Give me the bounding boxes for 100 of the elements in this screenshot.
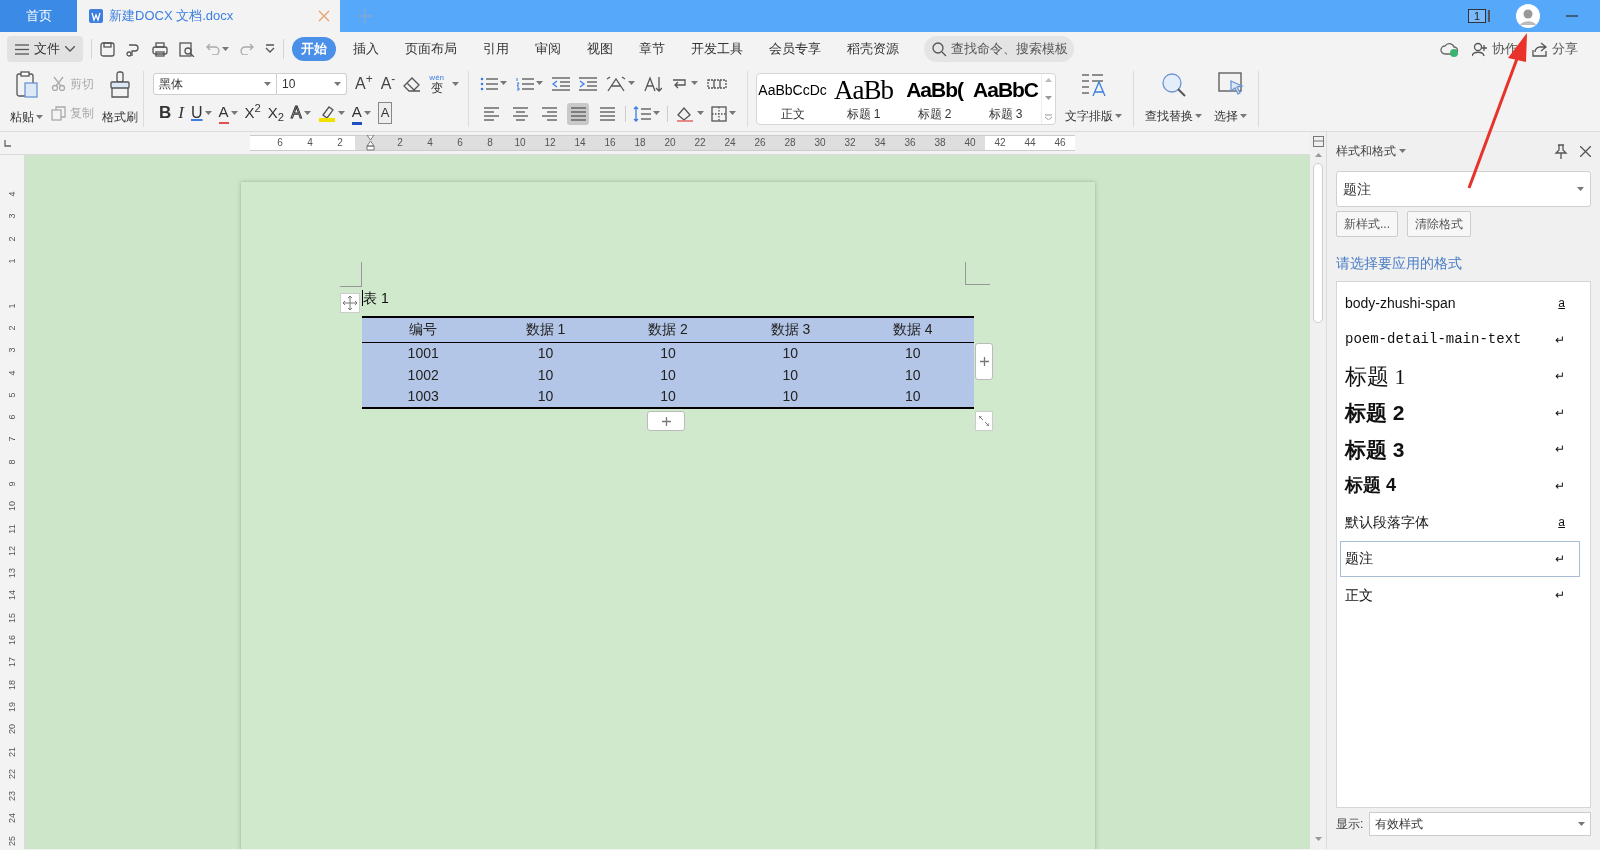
redo-icon[interactable] (240, 43, 254, 55)
table-grid-icon[interactable] (707, 77, 728, 90)
customize-icon[interactable] (265, 44, 275, 54)
add-row-button[interactable] (647, 411, 685, 431)
ruler-number: 4 (306, 136, 314, 150)
export-icon[interactable] (126, 41, 141, 57)
line-spacing-icon[interactable] (633, 105, 652, 122)
style-dropdown[interactable]: 题注 (1336, 171, 1591, 207)
undo-icon[interactable] (206, 43, 220, 55)
scrollbar-thumb[interactable] (1313, 163, 1323, 323)
paste-button[interactable]: 粘贴 (10, 66, 43, 131)
italic-button[interactable]: I (178, 103, 184, 123)
bullet-list-icon[interactable] (480, 76, 499, 91)
file-menu-button[interactable]: 文件 (7, 36, 83, 62)
ribbon-tab[interactable]: 会员专享 (760, 37, 830, 61)
save-icon[interactable] (100, 41, 115, 57)
pin-icon[interactable] (1554, 143, 1568, 159)
style-list-item[interactable]: 正文 ↵ (1340, 577, 1580, 614)
style-list-item[interactable]: body-zhushi-span a (1340, 285, 1580, 322)
tab[interactable]: 首页 (0, 0, 77, 32)
decrease-indent-icon[interactable] (552, 76, 571, 91)
font-size-dropdown[interactable]: 10 (277, 73, 347, 95)
highlighter-icon[interactable] (317, 104, 336, 122)
ribbon-tab[interactable]: 视图 (578, 37, 622, 61)
cloud-sync-icon[interactable] (1440, 41, 1460, 57)
table-move-handle[interactable] (340, 293, 360, 313)
font-size-step-button[interactable]: A$^{-}$ (380, 74, 396, 94)
ribbon-tab[interactable]: 稻壳资源 (838, 37, 908, 61)
indent-marker-icon[interactable] (365, 135, 375, 151)
avatar-icon[interactable] (1516, 4, 1540, 28)
add-column-button[interactable] (975, 343, 993, 380)
close-icon[interactable] (1580, 145, 1591, 157)
scroll-up-icon[interactable] (1314, 153, 1322, 157)
numbered-list-icon[interactable] (516, 76, 535, 91)
script-button[interactable]: X$^{2}$ (244, 103, 261, 123)
phonetic-guide-button[interactable]: wén 变 (429, 74, 445, 94)
font-size-step-button[interactable]: A$^{+}$ (355, 74, 373, 94)
increase-indent-icon[interactable] (579, 76, 598, 91)
share-button[interactable]: 分享 (1532, 39, 1578, 59)
ruler-number: 34 (873, 136, 887, 150)
tab-stop-icon[interactable] (4, 140, 11, 147)
expand-gallery-icon[interactable] (1045, 113, 1053, 120)
align-right-icon (541, 105, 557, 122)
borders-icon[interactable] (711, 105, 728, 122)
ribbon-tab[interactable]: 开发工具 (682, 37, 752, 61)
table-cell: 10 (484, 364, 607, 386)
text-layout-button[interactable]: 文字排版 (1059, 66, 1129, 131)
panel-toggle-icon[interactable] (1312, 136, 1324, 147)
script-button[interactable]: X$_{2}$ (267, 103, 285, 123)
style-preset[interactable]: AaBb 标题 1 (828, 73, 900, 124)
bold-button[interactable]: B (159, 103, 172, 123)
ribbon-tab[interactable]: 审阅 (526, 37, 570, 61)
style-list-item[interactable]: poem-detail-main-text ↵ (1340, 321, 1580, 358)
eraser-icon[interactable] (403, 76, 422, 92)
caret-icon (1399, 148, 1406, 154)
format-painter-button[interactable]: 格式刷 (102, 66, 138, 131)
panel-title[interactable]: 样式和格式 (1336, 142, 1406, 160)
ribbon-tab[interactable]: 章节 (630, 37, 674, 61)
select-button[interactable]: 选择 (1208, 66, 1254, 131)
ribbon-tab[interactable]: 页面布局 (396, 37, 466, 61)
style-list-item[interactable]: 标题 2 ↵ (1340, 394, 1580, 431)
table-cell: 10 (851, 342, 974, 364)
style-list-item[interactable]: 标题 4 ↵ (1340, 467, 1580, 504)
clear-format-button[interactable]: 清除格式 (1407, 211, 1471, 237)
ribbon-tab[interactable]: 引用 (474, 37, 518, 61)
scroll-down-icon[interactable] (1045, 95, 1053, 100)
resize-handle[interactable] (975, 411, 993, 431)
caret-icon (1577, 186, 1584, 192)
align-justify-button[interactable] (567, 102, 590, 125)
style-preset[interactable]: AaBbCcDc 正文 (757, 73, 829, 124)
sort-icon[interactable] (644, 75, 663, 92)
find-replace-button[interactable]: 查找替换 (1139, 66, 1209, 131)
style-list-item[interactable]: 题注 ↵ (1340, 540, 1580, 577)
style-preset[interactable]: AaBb( 标题 2 (899, 73, 971, 124)
underline-button[interactable]: U (190, 103, 203, 123)
print-icon[interactable] (152, 41, 168, 57)
ribbon-tab[interactable]: 插入 (344, 37, 388, 61)
style-list-item[interactable]: 标题 3 ↵ (1340, 431, 1580, 468)
caret-icon (1578, 821, 1585, 827)
print-preview-icon[interactable] (179, 41, 195, 57)
scroll-down-icon[interactable] (1314, 837, 1322, 841)
new-style-button[interactable]: 新样式... (1336, 211, 1398, 237)
font-color-button[interactable]: A (351, 101, 362, 125)
text-effect-button[interactable]: A (291, 103, 302, 123)
shading-icon[interactable] (675, 105, 696, 122)
style-list-item[interactable]: 默认段落字体 a (1340, 504, 1580, 541)
style-type-mark: ↵ (1555, 441, 1565, 459)
caret-icon (1115, 113, 1123, 119)
chinese-layout-icon[interactable] (606, 75, 627, 92)
character-shading-button[interactable]: A (377, 102, 393, 124)
search-field[interactable]: 查找命令、搜索模板 (924, 36, 1074, 62)
scroll-up-icon[interactable] (1045, 77, 1053, 82)
style-list-item[interactable]: 标题 1 ↵ (1340, 358, 1580, 395)
column-header: 数据 2 (606, 317, 730, 342)
show-filter-dropdown[interactable]: 有效样式 (1369, 812, 1591, 836)
tab[interactable]: 新建DOCX 文档.docx (77, 0, 340, 32)
style-type-mark: ↵ (1555, 368, 1565, 386)
strikethrough-button[interactable]: A (218, 102, 229, 124)
style-preset[interactable]: AaBbC 标题 3 (970, 73, 1042, 124)
font-family-dropdown[interactable]: 黑体 (153, 73, 277, 95)
